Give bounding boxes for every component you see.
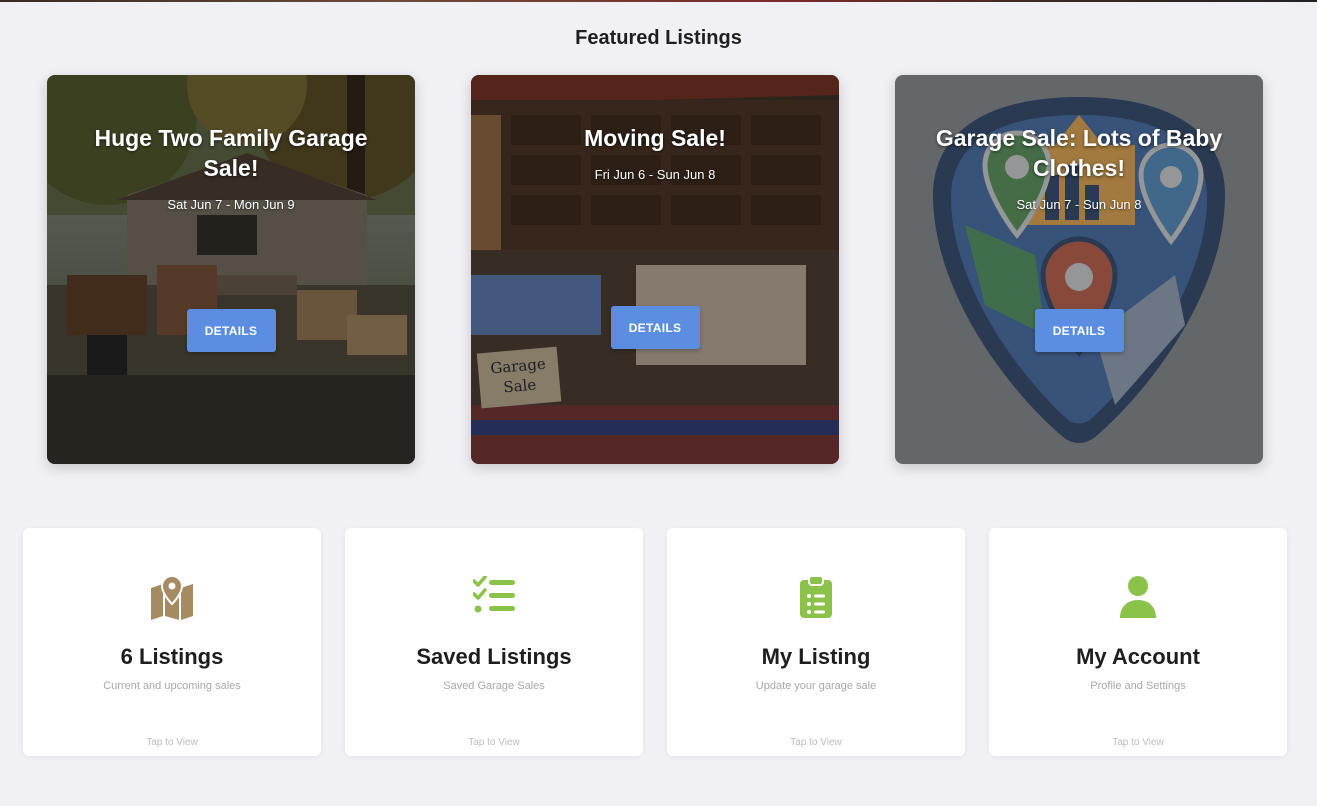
nav-card-my-account[interactable]: My Account Profile and Settings Tap to V… — [989, 528, 1287, 756]
nav-card-title: My Listing — [761, 644, 871, 669]
nav-card-tap-hint: Tap to View — [790, 737, 842, 748]
nav-card-tap-hint: Tap to View — [1112, 737, 1164, 748]
nav-card-title: My Account — [1076, 644, 1200, 669]
featured-card-3[interactable]: Garage Sale: Lots of Baby Clothes! Sat J… — [895, 75, 1263, 464]
clipboard-icon — [667, 576, 965, 620]
nav-card-listings[interactable]: 6 Listings Current and upcoming sales Ta… — [23, 528, 321, 756]
top-banner-strip — [0, 0, 1317, 2]
user-icon — [989, 576, 1287, 620]
featured-card-1[interactable]: Huge Two Family Garage Sale! Sat Jun 7 -… — [47, 75, 415, 464]
nav-card-saved-listings[interactable]: Saved Listings Saved Garage Sales Tap to… — [345, 528, 643, 756]
map-icon — [23, 576, 321, 620]
nav-card-tap-hint: Tap to View — [468, 737, 520, 748]
checklist-icon — [345, 576, 643, 620]
featured-dates: Sat Jun 7 - Mon Jun 9 — [167, 197, 295, 212]
nav-card-tap-hint: Tap to View — [146, 737, 198, 748]
nav-card-subtitle: Update your garage sale — [755, 680, 877, 692]
nav-card-subtitle: Current and upcoming sales — [103, 680, 241, 692]
nav-card-my-listing[interactable]: My Listing Update your garage sale Tap t… — [667, 528, 965, 756]
details-button[interactable]: DETAILS — [610, 306, 700, 349]
nav-card-title: 6 Listings — [120, 644, 224, 669]
details-button[interactable]: DETAILS — [1034, 309, 1124, 352]
featured-title: Moving Sale! — [584, 125, 726, 151]
featured-dates: Fri Jun 6 - Sun Jun 8 — [594, 167, 716, 182]
nav-card-subtitle: Saved Garage Sales — [443, 680, 545, 692]
nav-card-title: Saved Listings — [416, 644, 572, 669]
featured-dates: Sat Jun 7 - Sun Jun 8 — [1016, 197, 1142, 212]
featured-card-2[interactable]: Garage Sale Moving Sale! Fri Jun 6 - Sun… — [471, 75, 839, 464]
section-title: Featured Listings — [575, 27, 742, 49]
featured-title: Garage Sale: Lots of Baby Clothes! — [935, 125, 1223, 181]
nav-card-subtitle: Profile and Settings — [1090, 680, 1186, 692]
details-button[interactable]: DETAILS — [186, 309, 276, 352]
featured-title: Huge Two Family Garage Sale! — [94, 125, 368, 181]
